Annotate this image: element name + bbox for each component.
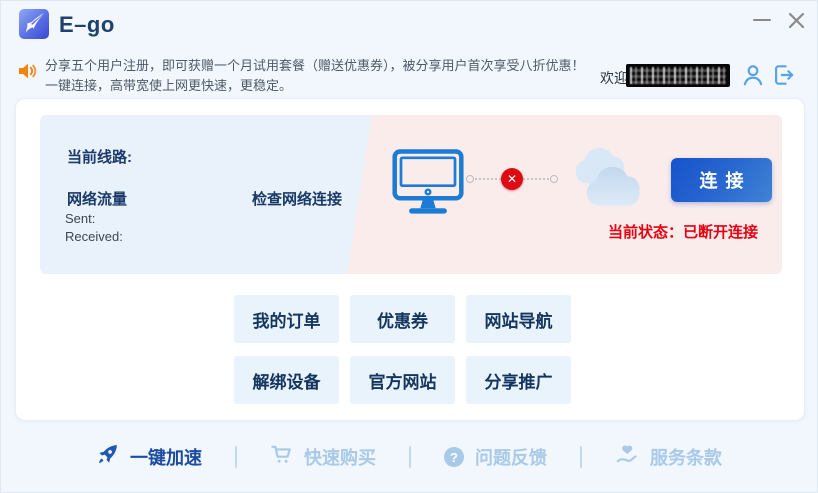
link-endpoint-right <box>550 175 558 183</box>
nav-label: 服务条款 <box>650 444 722 470</box>
nav-feedback[interactable]: ? 问题反馈 <box>411 444 580 470</box>
site-navigation-button[interactable]: 网站导航 <box>466 295 571 343</box>
connection-panel: 当前线路: 网络流量 检查网络连接 Sent: Received: ✕ <box>40 115 782 274</box>
received-label: Received: <box>65 229 123 244</box>
traffic-label: 网络流量 <box>67 188 127 209</box>
connect-button[interactable]: 连接 <box>671 158 772 202</box>
announcement-line1: 分享五个用户注册，即可获赠一个月试用套餐（赠送优惠券），被分享用户首次享受八折优… <box>45 56 590 76</box>
nav-terms[interactable]: 服务条款 <box>582 443 755 472</box>
sent-label: Sent: <box>65 211 95 226</box>
cloud-icon <box>563 142 649 220</box>
nav-quick-purchase[interactable]: 快速购买 <box>237 443 409 471</box>
share-promo-button[interactable]: 分享推广 <box>466 356 571 404</box>
logout-icon[interactable] <box>771 62 797 88</box>
check-connection-link[interactable]: 检查网络连接 <box>252 188 342 209</box>
app-title: E–go <box>59 12 115 38</box>
rocket-icon <box>96 443 119 471</box>
computer-icon <box>392 148 464 218</box>
official-website-button[interactable]: 官方网站 <box>350 356 455 404</box>
ego-app-window: { "window": { "title": "E–go" }, "announ… <box>0 0 818 493</box>
announcement-line2: 一键连接，高带宽使上网更快速，更稳定。 <box>45 76 590 96</box>
minimize-button[interactable] <box>747 7 777 33</box>
app-logo-icon <box>19 9 49 39</box>
help-icon: ? <box>444 447 464 467</box>
error-x-icon: ✕ <box>501 168 523 190</box>
account-icon[interactable] <box>740 62 766 88</box>
announcement-text: 分享五个用户注册，即可获赠一个月试用套餐（赠送优惠券），被分享用户首次享受八折优… <box>45 56 590 96</box>
speaker-icon <box>16 60 38 82</box>
bottom-nav: 一键加速 快速购买 ? 问题反馈 服务条款 <box>1 434 817 480</box>
nav-label: 问题反馈 <box>475 444 547 470</box>
close-button[interactable] <box>781 7 811 33</box>
current-line-label: 当前线路: <box>67 146 132 167</box>
nav-one-click-boost[interactable]: 一键加速 <box>63 443 235 471</box>
redacted-username <box>626 64 730 87</box>
service-icon <box>615 443 639 472</box>
nav-label: 快速购买 <box>304 444 376 470</box>
cart-icon <box>270 443 293 471</box>
status-label: 当前状态： <box>608 224 683 241</box>
main-card: 当前线路: 网络流量 检查网络连接 Sent: Received: ✕ <box>15 98 805 421</box>
connection-status: 当前状态：已断开连接 <box>608 221 758 242</box>
shortcut-grid: 我的订单 优惠券 网站导航 解绑设备 官方网站 分享推广 <box>234 295 571 404</box>
coupons-button[interactable]: 优惠券 <box>350 295 455 343</box>
unbind-device-button[interactable]: 解绑设备 <box>234 356 339 404</box>
my-orders-button[interactable]: 我的订单 <box>234 295 339 343</box>
nav-label: 一键加速 <box>130 444 202 470</box>
link-endpoint-left <box>466 175 474 183</box>
connection-link-line: ✕ <box>466 168 558 190</box>
status-value: 已断开连接 <box>683 224 758 241</box>
